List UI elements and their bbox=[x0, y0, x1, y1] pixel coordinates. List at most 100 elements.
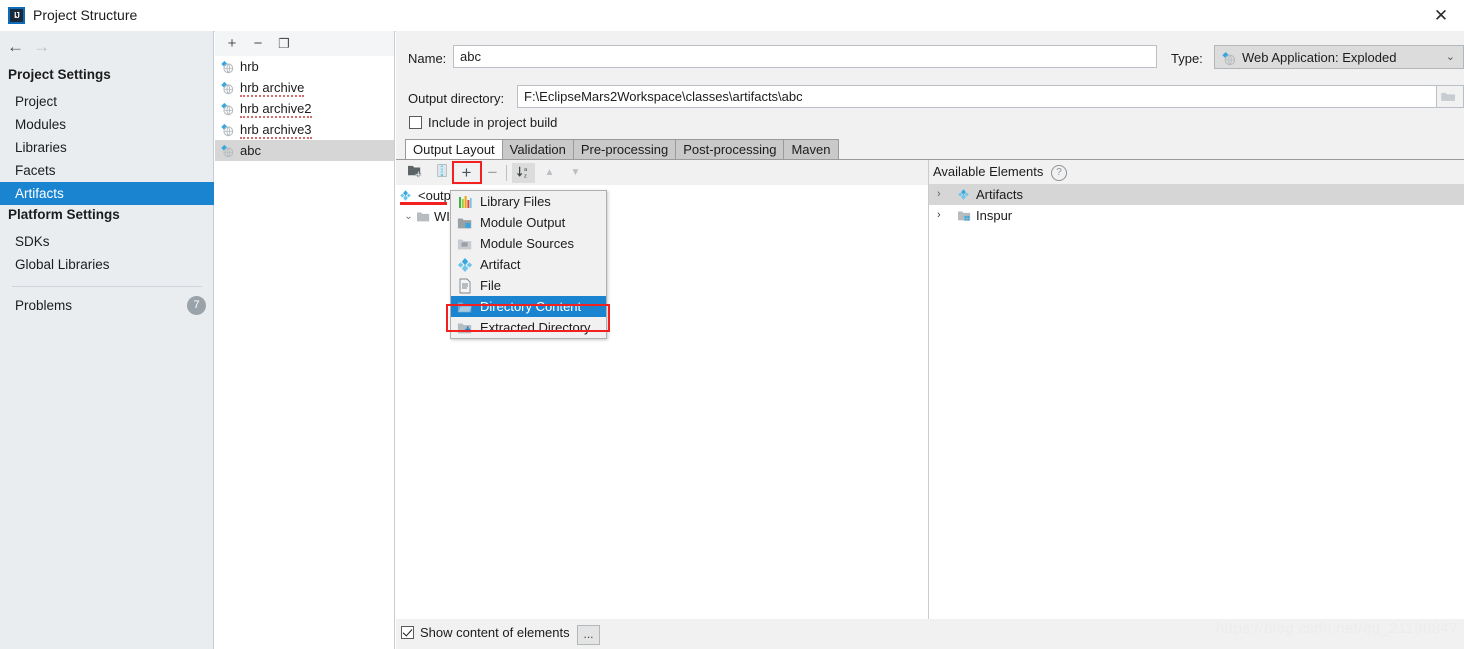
remove-element-button[interactable]: − bbox=[481, 163, 504, 183]
chevron-down-icon[interactable]: ⌄ bbox=[402, 206, 415, 227]
list-item[interactable]: hrb archive2 bbox=[215, 98, 394, 119]
watermark: https://blog.csdn.net/qq_21190847 bbox=[1215, 620, 1458, 637]
create-directory-button[interactable] bbox=[404, 163, 427, 183]
menu-item-extracted-directory[interactable]: Extracted Directory bbox=[451, 317, 606, 338]
create-archive-button[interactable] bbox=[430, 163, 453, 183]
new-folder-icon bbox=[408, 165, 422, 178]
window-title: Project Structure bbox=[33, 7, 138, 23]
available-elements-header: Available Elements ? bbox=[929, 160, 1464, 184]
tree-row-label: WI bbox=[434, 209, 450, 224]
menu-item-label: Artifact bbox=[480, 257, 521, 272]
sidebar-item-libraries[interactable]: Libraries bbox=[0, 136, 214, 159]
tab-post-processing[interactable]: Post-processing bbox=[675, 139, 784, 160]
list-item-label: hrb archive3 bbox=[240, 122, 312, 139]
menu-item-artifact[interactable]: Artifact bbox=[451, 254, 606, 275]
library-files-icon bbox=[459, 196, 472, 208]
list-item-label: hrb archive2 bbox=[240, 101, 312, 118]
include-in-build-checkbox[interactable] bbox=[409, 116, 422, 129]
tree-row[interactable]: › Inspur bbox=[929, 205, 1464, 226]
menu-item-label: Module Sources bbox=[480, 236, 574, 251]
svg-text:z: z bbox=[524, 173, 527, 179]
sidebar-item-sdks[interactable]: SDKs bbox=[0, 230, 214, 253]
sidebar-item-global-libraries[interactable]: Global Libraries bbox=[0, 253, 214, 276]
list-item-label: hrb archive bbox=[240, 80, 305, 97]
archive-icon bbox=[436, 164, 447, 177]
sort-az-icon: a z bbox=[516, 166, 528, 179]
tab-maven[interactable]: Maven bbox=[783, 139, 839, 160]
more-options-button[interactable]: ... bbox=[577, 625, 600, 645]
chevron-right-icon[interactable]: › bbox=[937, 205, 941, 226]
close-icon[interactable]: ✕ bbox=[1418, 0, 1464, 31]
module-sources-icon bbox=[457, 239, 472, 250]
remove-artifact-button[interactable]: − bbox=[247, 33, 269, 54]
web-application-icon bbox=[221, 123, 234, 137]
toolbar-divider bbox=[506, 165, 507, 181]
chevron-right-icon[interactable]: › bbox=[937, 184, 941, 205]
tree-row-label: Inspur bbox=[976, 208, 1013, 223]
menu-item-library-files[interactable]: Library Files bbox=[451, 191, 606, 212]
sidebar-item-project[interactable]: Project bbox=[0, 90, 214, 113]
help-icon[interactable]: ? bbox=[1051, 165, 1067, 181]
tree-row-highlight-line bbox=[400, 202, 447, 205]
available-elements-title: Available Elements bbox=[933, 164, 1044, 179]
sidebar-group-project-settings: Project Settings bbox=[8, 67, 111, 82]
chevron-down-icon: ⌄ bbox=[1445, 51, 1455, 63]
sidebar-group-platform-settings: Platform Settings bbox=[8, 207, 120, 222]
type-select[interactable]: Web Application: Exploded ⌄ bbox=[1214, 45, 1464, 69]
web-application-icon bbox=[1222, 51, 1236, 66]
sidebar-divider bbox=[12, 286, 202, 287]
artifact-icon bbox=[457, 258, 473, 272]
tab-pre-processing[interactable]: Pre-processing bbox=[572, 139, 676, 160]
move-down-button[interactable]: ▼ bbox=[564, 163, 587, 183]
move-up-button[interactable]: ▲ bbox=[538, 163, 561, 183]
tab-output-layout[interactable]: Output Layout bbox=[405, 139, 502, 160]
settings-sidebar: ← → Project Settings Project Modules Lib… bbox=[0, 31, 214, 649]
forward-arrow-icon[interactable]: → bbox=[33, 37, 50, 57]
menu-item-file[interactable]: File bbox=[451, 275, 606, 296]
menu-item-label: File bbox=[480, 278, 501, 293]
artifact-list-toolbar: + − ❐ bbox=[215, 31, 394, 56]
svg-text:a: a bbox=[524, 167, 528, 173]
sidebar-item-problems[interactable]: Problems bbox=[0, 294, 214, 317]
web-application-icon bbox=[221, 144, 234, 158]
type-label: Type: bbox=[1171, 51, 1203, 66]
panel-splitter[interactable] bbox=[928, 160, 929, 620]
name-input[interactable]: abc bbox=[453, 45, 1157, 68]
list-item[interactable]: hrb bbox=[215, 56, 394, 77]
menu-item-directory-content[interactable]: Directory Content bbox=[451, 296, 606, 317]
title-bar: IJ Project Structure ✕ bbox=[0, 0, 1464, 32]
copy-artifact-button[interactable]: ❐ bbox=[273, 33, 295, 54]
browse-directory-button[interactable] bbox=[1437, 85, 1464, 108]
list-item[interactable]: hrb archive3 bbox=[215, 119, 394, 140]
web-application-icon bbox=[221, 60, 234, 74]
sidebar-item-modules[interactable]: Modules bbox=[0, 113, 214, 136]
menu-item-module-sources[interactable]: Module Sources bbox=[451, 233, 606, 254]
back-arrow-icon[interactable]: ← bbox=[7, 37, 24, 57]
output-directory-label: Output directory: bbox=[408, 91, 505, 106]
list-item[interactable]: hrb archive bbox=[215, 77, 394, 98]
show-content-label: Show content of elements bbox=[420, 625, 570, 640]
module-icon bbox=[958, 211, 971, 221]
web-application-icon bbox=[221, 81, 234, 95]
list-item[interactable]: abc bbox=[215, 140, 394, 161]
sort-button[interactable]: a z bbox=[512, 163, 535, 183]
tab-validation[interactable]: Validation bbox=[501, 139, 573, 160]
tree-row-label: Artifacts bbox=[976, 187, 1023, 202]
menu-item-label: Extracted Directory bbox=[480, 320, 591, 335]
intellij-logo-icon: IJ bbox=[8, 7, 25, 24]
add-element-button[interactable]: + bbox=[455, 163, 478, 183]
artifact-list-rows: hrb hrb archive hrb archive2 hrb archive… bbox=[215, 56, 394, 161]
output-directory-input[interactable]: F:\EclipseMars2Workspace\classes\artifac… bbox=[517, 85, 1437, 108]
problems-count-badge: 7 bbox=[187, 296, 206, 315]
show-content-checkbox[interactable] bbox=[401, 626, 414, 639]
tree-row[interactable]: › Artifacts bbox=[929, 184, 1464, 205]
available-elements-tree: › Artifacts › Inspur bbox=[929, 184, 1464, 226]
directory-content-icon bbox=[457, 302, 472, 313]
artifact-icon bbox=[958, 189, 969, 200]
name-label: Name: bbox=[408, 51, 447, 66]
sidebar-item-artifacts[interactable]: Artifacts bbox=[0, 182, 214, 205]
menu-item-module-output[interactable]: Module Output bbox=[451, 212, 606, 233]
add-artifact-button[interactable]: + bbox=[221, 33, 243, 54]
artifact-editor: Name: abc Type: Web Application: Explode… bbox=[396, 31, 1464, 649]
sidebar-item-facets[interactable]: Facets bbox=[0, 159, 214, 182]
